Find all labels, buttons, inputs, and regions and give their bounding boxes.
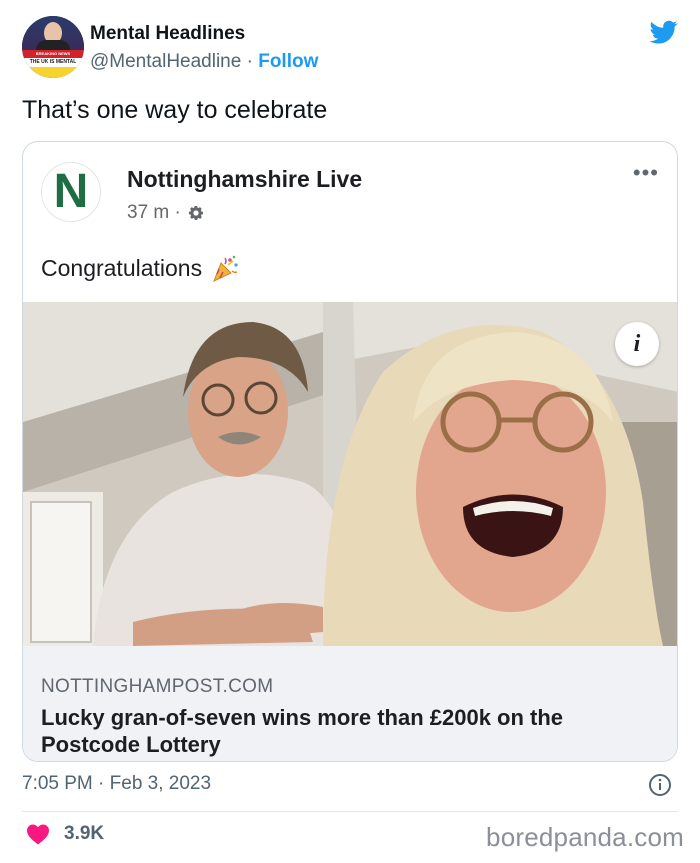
embedded-facebook-post[interactable]: N Nottinghamshire Live 37 m · ••• Congra…: [22, 141, 678, 762]
post-text: Congratulations: [41, 254, 203, 281]
link-domain: NOTTINGHAMPOST.COM: [41, 676, 274, 697]
info-circle-icon[interactable]: [648, 773, 672, 797]
separator: ·: [246, 51, 253, 72]
tweet-text: That’s one way to celebrate: [22, 96, 328, 124]
more-icon[interactable]: •••: [633, 162, 659, 184]
author-handle[interactable]: @MentalHeadline: [90, 51, 241, 72]
avatar-banner-text: THE UK IS MENTAL: [22, 58, 84, 67]
link-preview[interactable]: NOTTINGHAMPOST.COM Lucky gran-of-seven w…: [23, 646, 677, 761]
twitter-bird-icon[interactable]: [648, 18, 680, 46]
post-text-row: Congratulations: [41, 252, 242, 284]
page-logo[interactable]: N: [41, 162, 101, 222]
post-time: 37 m ·: [127, 202, 181, 223]
tweet-header: BREAKING NEWS THE UK IS MENTAL Mental He…: [22, 16, 682, 80]
like-count: 3.9K: [64, 823, 105, 844]
page-name[interactable]: Nottinghamshire Live: [127, 166, 362, 193]
heart-icon[interactable]: [26, 823, 50, 845]
tweet-timestamp[interactable]: 7:05 PM · Feb 3, 2023: [22, 773, 211, 795]
party-popper-icon: [213, 255, 238, 282]
post-meta: 37 m ·: [127, 202, 205, 224]
link-title[interactable]: Lucky gran-of-seven wins more than £200k…: [41, 704, 661, 758]
watermark: boredpanda.com: [486, 822, 684, 852]
account-line: @MentalHeadline · Follow: [90, 51, 318, 73]
author-name[interactable]: Mental Headlines: [90, 23, 245, 45]
info-icon[interactable]: i: [615, 322, 659, 366]
divider: [22, 811, 678, 812]
follow-button[interactable]: Follow: [258, 51, 318, 72]
avatar-banner-top: BREAKING NEWS: [22, 50, 84, 58]
post-photo[interactable]: i: [23, 302, 677, 646]
like-button[interactable]: 3.9K: [26, 823, 104, 845]
gear-icon: [188, 205, 203, 221]
avatar[interactable]: BREAKING NEWS THE UK IS MENTAL: [22, 16, 84, 78]
photo-illustration: [23, 302, 677, 646]
